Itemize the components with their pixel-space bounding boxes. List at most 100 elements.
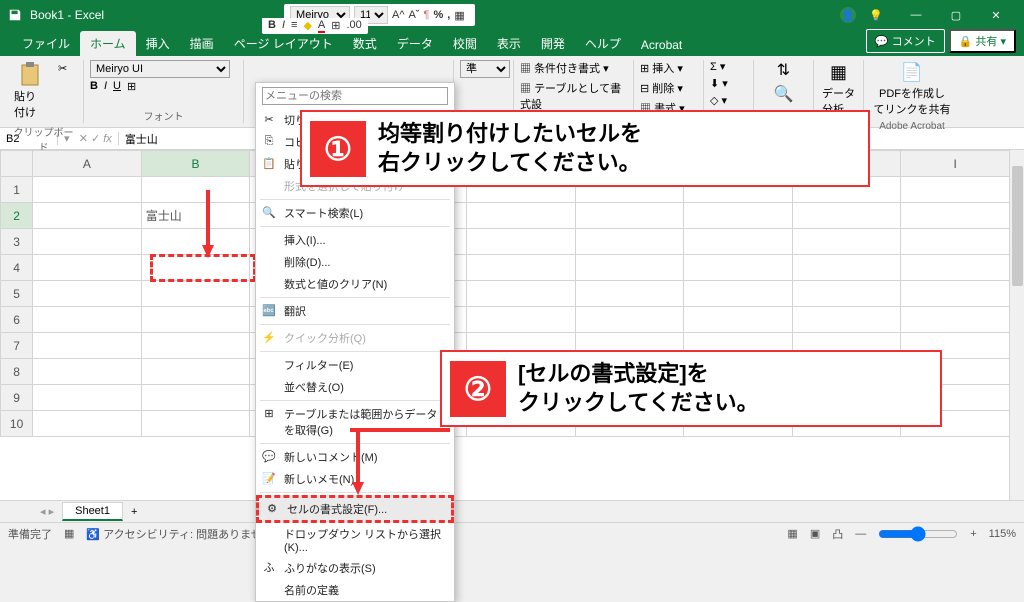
border-button[interactable]: ⊞	[127, 80, 136, 93]
row-2[interactable]: 2	[1, 203, 33, 229]
callout-text-2: [セルの書式設定]を クリックしてください。	[514, 352, 775, 425]
cond-format[interactable]: ▦ 条件付き書式 ▾	[520, 60, 609, 76]
view-break-icon[interactable]: 凸	[832, 526, 843, 542]
tab-dev[interactable]: 開発	[531, 31, 575, 56]
row-3[interactable]: 3	[1, 229, 33, 255]
row-7[interactable]: 7	[1, 333, 33, 359]
maximize-icon[interactable]: ▢	[936, 1, 976, 29]
add-sheet[interactable]: +	[131, 506, 137, 518]
find-icon[interactable]: 🔍	[774, 84, 794, 104]
row-9[interactable]: 9	[1, 385, 33, 411]
row-10[interactable]: 10	[1, 411, 33, 437]
minimize-icon[interactable]: —	[896, 1, 936, 29]
comma-icon[interactable]: ,	[447, 9, 450, 21]
fill-color-icon[interactable]: ◆	[303, 19, 311, 33]
ctx-format-cells[interactable]: ⚙セルの書式設定(F)...	[256, 495, 454, 523]
quick-icon: ⚡	[262, 330, 276, 344]
tab-review[interactable]: 校閲	[443, 31, 487, 56]
tab-help[interactable]: ヘルプ	[575, 31, 631, 56]
pdf-button[interactable]: 📄 PDFを作成し てリンクを共有	[870, 60, 954, 119]
table-format[interactable]: ▦ テーブルとして書式設	[520, 80, 627, 112]
zoom-in[interactable]: +	[970, 528, 976, 540]
bold-icon[interactable]: B	[268, 19, 276, 33]
ctx-name[interactable]: 名前の定義	[256, 579, 454, 601]
clear-icon[interactable]: ◇ ▾	[710, 94, 727, 107]
align-icon[interactable]: ≡	[291, 19, 297, 33]
account-icon[interactable]: 👤	[840, 7, 856, 23]
tab-insert[interactable]: 挿入	[136, 31, 180, 56]
ctx-sort[interactable]: 並べ替え(O)▸	[256, 376, 454, 398]
tab-nav[interactable]: ◂ ▸	[40, 505, 54, 518]
borders-icon[interactable]: ▦	[454, 9, 464, 22]
delete-cells[interactable]: ⊟ 削除 ▾	[640, 80, 683, 96]
ctx-quick[interactable]: ⚡クイック分析(Q)	[256, 327, 454, 349]
italic-button[interactable]: I	[104, 80, 107, 93]
row-4[interactable]: 4	[1, 255, 33, 281]
macro-icon[interactable]: ▦	[64, 527, 74, 540]
format-icon: ⚙	[265, 501, 279, 515]
percent-icon[interactable]: %	[433, 9, 443, 21]
underline-button[interactable]: U	[113, 80, 121, 93]
fill-icon[interactable]: ⬇ ▾	[710, 77, 728, 90]
ribbon-tabs: ファイル ホーム 挿入 描画 ページ レイアウト 数式 データ 校閲 表示 開発…	[0, 30, 1024, 56]
zoom-out[interactable]: —	[855, 528, 866, 540]
col-i[interactable]: I	[901, 151, 1010, 177]
view-normal-icon[interactable]: ▦	[787, 527, 797, 540]
ctx-delete[interactable]: 削除(D)...	[256, 251, 454, 273]
view-layout-icon[interactable]: ▣	[810, 527, 820, 540]
cell-b2[interactable]: 富士山	[141, 203, 250, 229]
decrease-font-icon[interactable]: A˘	[409, 9, 420, 21]
cut-icon: ✂	[262, 112, 276, 126]
callout-number-1: ①	[310, 121, 366, 177]
tips-icon[interactable]: 💡	[856, 1, 896, 29]
font-color-icon[interactable]: A	[318, 19, 325, 33]
format-painter-icon[interactable]: ¶	[424, 9, 430, 21]
save-icon[interactable]	[8, 8, 22, 22]
tab-data[interactable]: データ	[387, 31, 443, 56]
font-select[interactable]: Meiryo UI	[90, 60, 230, 78]
ctx-insert[interactable]: 挿入(I)...	[256, 229, 454, 251]
ctx-translate[interactable]: 🔤翻訳	[256, 300, 454, 322]
scrollbar-v[interactable]	[1009, 150, 1024, 500]
increase-font-icon[interactable]: A^	[392, 9, 405, 21]
tab-file[interactable]: ファイル	[12, 31, 80, 56]
italic-icon[interactable]: I	[282, 19, 285, 33]
close-icon[interactable]: ✕	[976, 1, 1016, 29]
zoom-level[interactable]: 115%	[989, 528, 1016, 540]
insert-cells[interactable]: ⊞ 挿入 ▾	[640, 60, 683, 76]
ctx-filter[interactable]: フィルター(E)▸	[256, 354, 454, 376]
zoom-slider[interactable]	[878, 526, 958, 542]
decimal-icon[interactable]: .00	[346, 19, 361, 33]
sheet-tab-1[interactable]: Sheet1	[62, 502, 123, 521]
sort-icon[interactable]: ⇅	[777, 60, 790, 80]
sum-icon[interactable]: Σ ▾	[710, 60, 725, 73]
row-6[interactable]: 6	[1, 307, 33, 333]
row-5[interactable]: 5	[1, 281, 33, 307]
ctx-clear[interactable]: 数式と値のクリア(N)	[256, 273, 454, 295]
tab-draw[interactable]: 描画	[180, 31, 224, 56]
number-format[interactable]: 準	[460, 60, 510, 78]
col-b[interactable]: B	[141, 151, 250, 177]
ctx-dropdown[interactable]: ドロップダウン リストから選択(K)...	[256, 523, 454, 557]
select-all[interactable]	[1, 151, 33, 177]
ctx-smart[interactable]: 🔍スマート検索(L)	[256, 202, 454, 224]
border-icon[interactable]: ⊞	[331, 19, 340, 33]
cut-icon[interactable]: ✂	[54, 60, 71, 77]
comment-button[interactable]: 💬 コメント	[866, 29, 945, 53]
statusbar: 準備完了 ▦ ♿ アクセシビリティ: 問題ありません ▦ ▣ 凸 — + 115…	[0, 522, 1024, 544]
paste-button[interactable]: 貼り付け	[10, 60, 50, 122]
tab-formula[interactable]: 数式	[343, 31, 387, 56]
share-button[interactable]: 🔒 共有 ▾	[949, 29, 1016, 53]
tab-home[interactable]: ホーム	[80, 31, 136, 56]
row-1[interactable]: 1	[1, 177, 33, 203]
arrow-2-h	[350, 427, 450, 433]
arrow-2	[350, 430, 366, 496]
col-a[interactable]: A	[33, 151, 142, 177]
bold-button[interactable]: B	[90, 80, 98, 93]
tab-acrobat[interactable]: Acrobat	[631, 34, 692, 56]
row-8[interactable]: 8	[1, 359, 33, 385]
menu-search[interactable]	[262, 87, 448, 105]
tab-view[interactable]: 表示	[487, 31, 531, 56]
tab-layout[interactable]: ページ レイアウト	[224, 31, 343, 56]
callout-2: ② [セルの書式設定]を クリックしてください。	[440, 350, 942, 427]
